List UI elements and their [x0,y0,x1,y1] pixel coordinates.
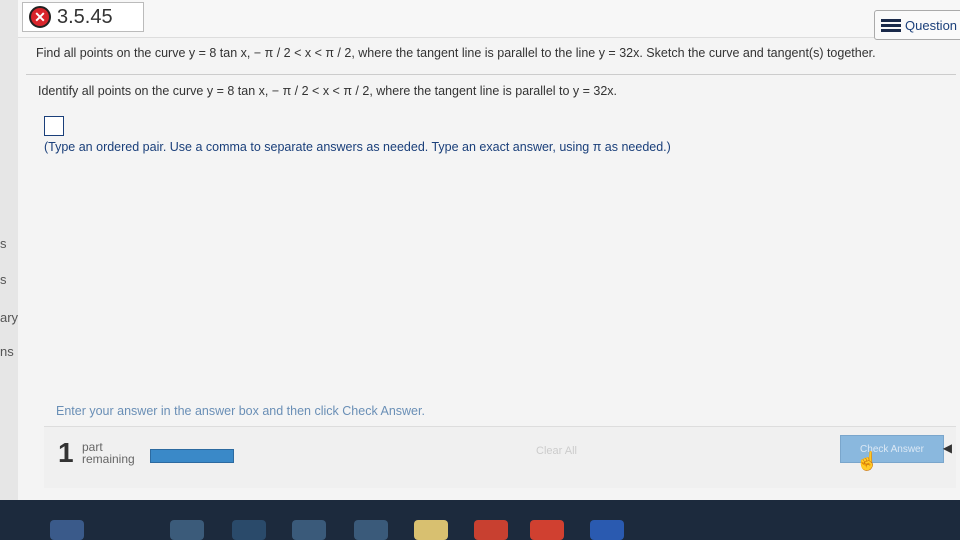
question-title-box: ✕ 3.5.45 [22,2,144,32]
footer-message: Enter your answer in the answer box and … [56,404,425,418]
question-number: 3.5.45 [57,5,113,28]
clear-all-button[interactable]: Clear All [536,445,577,457]
identify-text: Identify all points on the curve y = 8 t… [38,84,618,98]
list-icon [881,18,901,32]
divider [26,74,956,75]
collapse-arrow-icon[interactable]: ◀ [943,441,952,455]
app-icon[interactable] [170,520,204,540]
sidebar-item-2[interactable]: s [0,272,7,287]
progress-bar [150,449,234,463]
sidebar-item-1[interactable]: s [0,236,7,251]
main-window: ✕ 3.5.45 Question Find all points on the… [18,0,960,500]
answer-input[interactable] [44,116,64,136]
answer-instruction: (Type an ordered pair. Use a comma to se… [44,140,671,154]
office-icon[interactable] [474,520,508,540]
word-icon[interactable] [590,520,624,540]
app-icon[interactable] [232,520,266,540]
bottom-panel: 1 part remaining Clear All Check Answer … [44,426,956,488]
incorrect-icon: ✕ [29,6,51,28]
chrome-icon[interactable] [530,520,564,540]
sidebar-item-3[interactable]: ary [0,310,18,325]
app-icon[interactable] [354,520,388,540]
question-list-button[interactable]: Question [874,10,960,40]
app-icon[interactable] [292,520,326,540]
parts-label-line2: remaining [82,452,135,466]
parts-remaining-count: 1 [58,437,74,468]
hand-cursor-icon: ☝ [856,451,879,471]
sidebar: s s ary ns [0,0,20,500]
question-button-label: Question [905,17,958,33]
hp-icon[interactable] [50,520,84,540]
parts-remaining-label: part remaining [82,441,135,465]
question-text: Find all points on the curve y = 8 tan x… [36,46,876,60]
top-bar: ✕ 3.5.45 Question [18,0,960,40]
taskbar [0,500,960,540]
sidebar-item-4[interactable]: ns [0,344,14,359]
folder-icon[interactable] [414,520,448,540]
